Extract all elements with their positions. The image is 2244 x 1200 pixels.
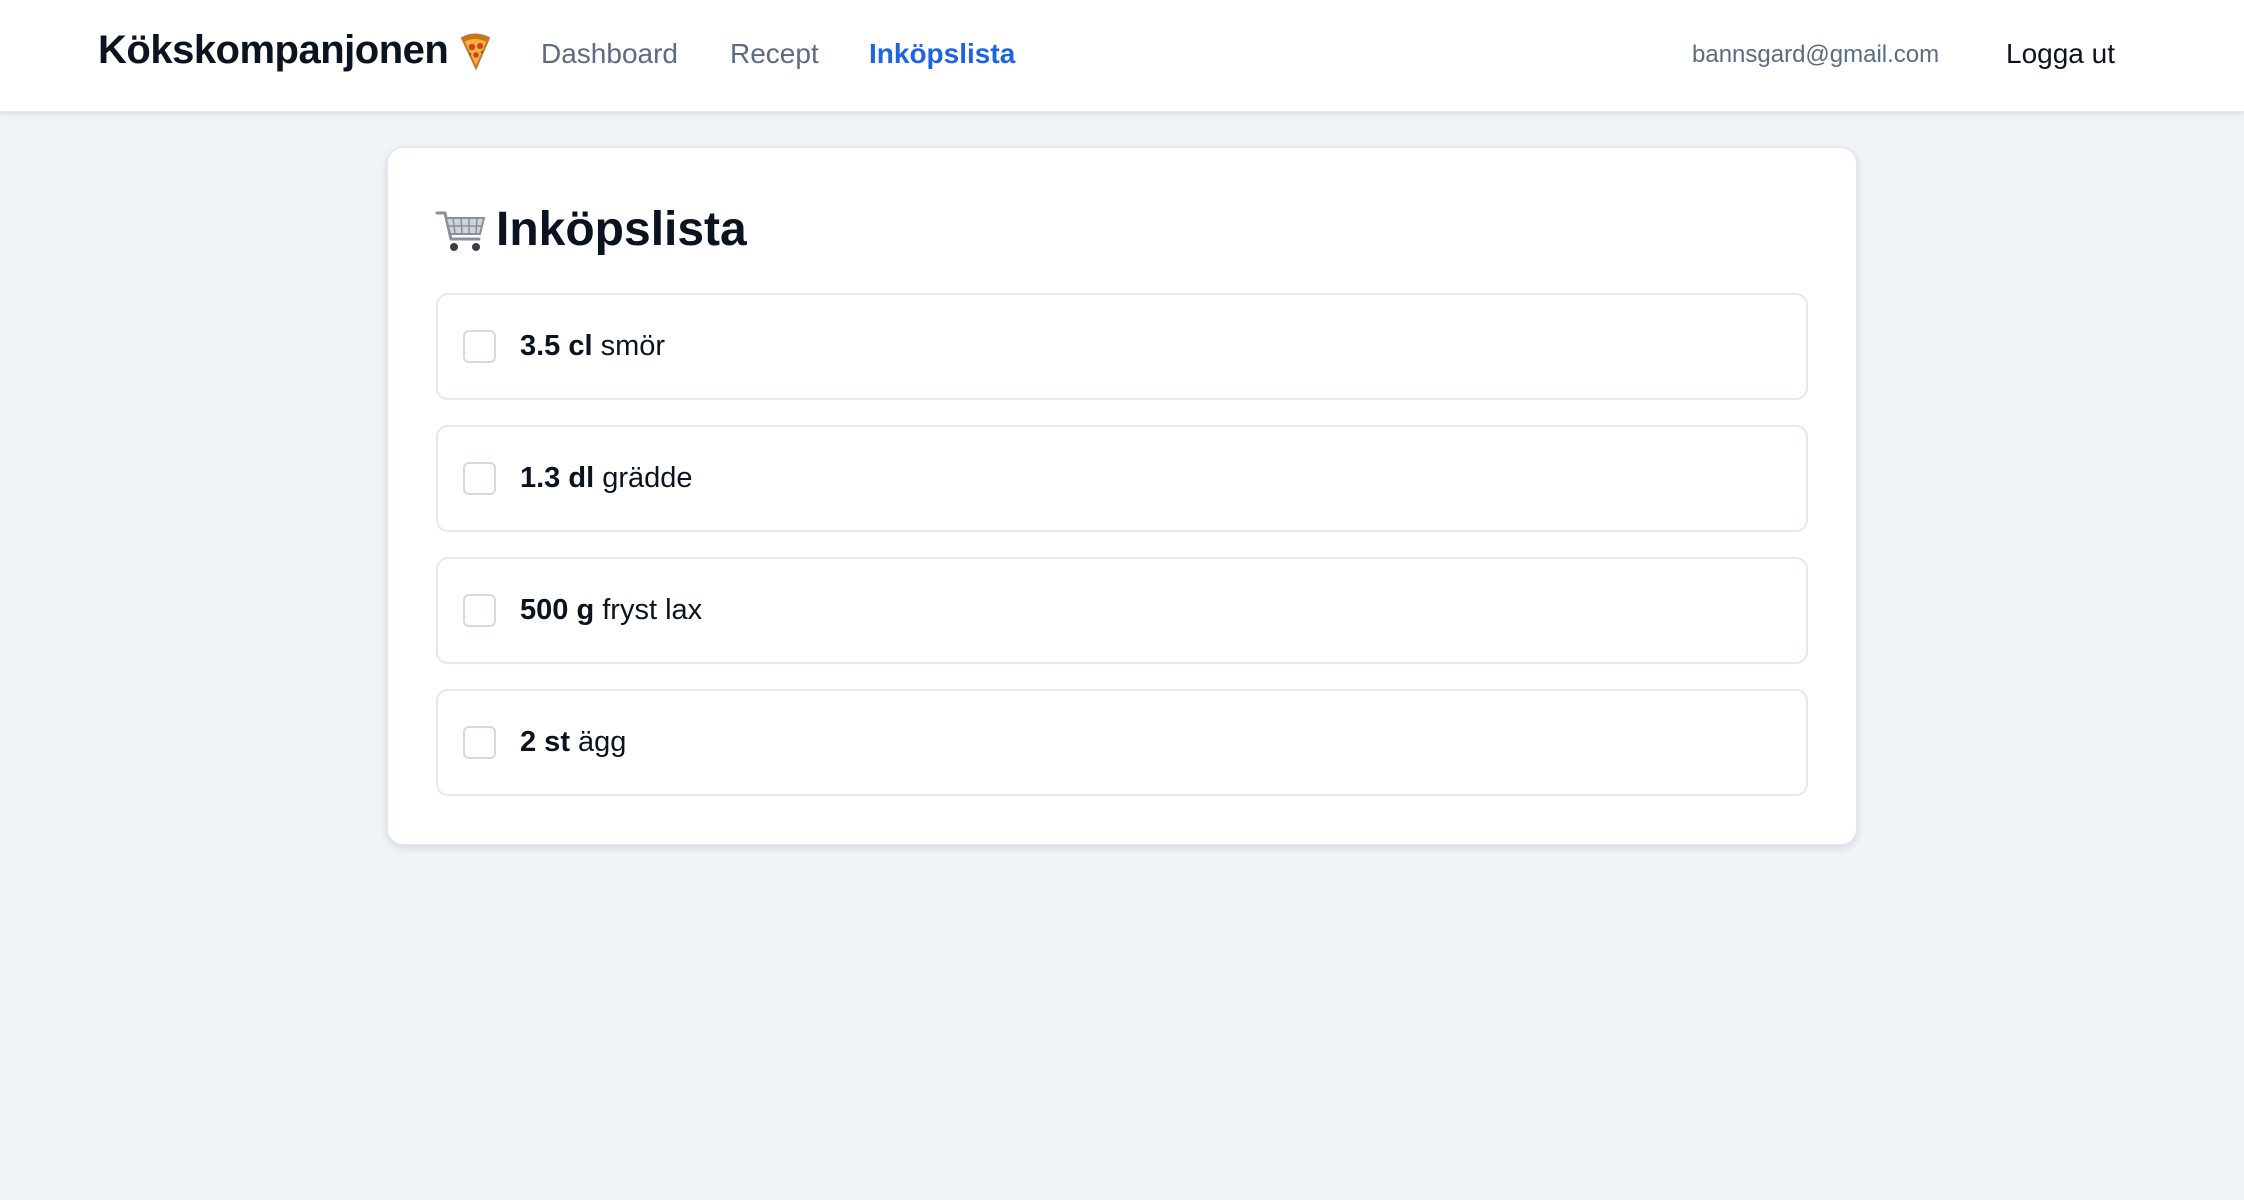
- page-title-text: Inköpslista: [496, 203, 747, 256]
- user-email: bannsgard@gmail.com: [1692, 41, 1940, 68]
- brand-logo[interactable]: Kökskompanjonen: [98, 28, 492, 73]
- item-quantity: 1.3 dl: [520, 462, 595, 494]
- item-checkbox[interactable]: [463, 594, 496, 627]
- list-item: 500 g fryst lax: [436, 557, 1808, 664]
- shopping-cart-icon: [435, 205, 487, 255]
- item-name: ägg: [578, 726, 627, 758]
- item-checkbox[interactable]: [463, 726, 496, 759]
- top-navbar: Kökskompanjonen Dashboard Recept Inköpsl…: [0, 0, 2244, 112]
- nav-link-dashboard[interactable]: Dashboard: [541, 38, 678, 70]
- shopping-list-card: Inköpslista 3.5 cl smör 1.3 dl grädde 50…: [387, 147, 1857, 845]
- list-item: 2 st ägg: [436, 689, 1808, 796]
- item-name: grädde: [602, 462, 693, 494]
- item-name: smör: [600, 330, 666, 362]
- brand-name: Kökskompanjonen: [98, 28, 449, 72]
- item-checkbox[interactable]: [463, 462, 496, 495]
- page-title: Inköpslista: [435, 202, 747, 257]
- item-text: 3.5 cl smör: [520, 330, 665, 363]
- item-quantity: 500 g: [520, 594, 595, 626]
- list-item: 3.5 cl smör: [436, 293, 1808, 400]
- nav-link-recept[interactable]: Recept: [730, 38, 819, 70]
- item-checkbox[interactable]: [463, 330, 496, 363]
- pizza-icon: [458, 32, 492, 70]
- shopping-item-list: 3.5 cl smör 1.3 dl grädde 500 g fryst la…: [436, 293, 1808, 821]
- logout-button[interactable]: Logga ut: [2006, 38, 2115, 70]
- nav-link-inkopslista[interactable]: Inköpslista: [869, 38, 1015, 70]
- item-text: 2 st ägg: [520, 726, 626, 759]
- item-text: 1.3 dl grädde: [520, 462, 693, 495]
- item-quantity: 2 st: [520, 726, 570, 758]
- list-item: 1.3 dl grädde: [436, 425, 1808, 532]
- item-quantity: 3.5 cl: [520, 330, 593, 362]
- item-name: fryst lax: [602, 594, 703, 626]
- item-text: 500 g fryst lax: [520, 594, 702, 627]
